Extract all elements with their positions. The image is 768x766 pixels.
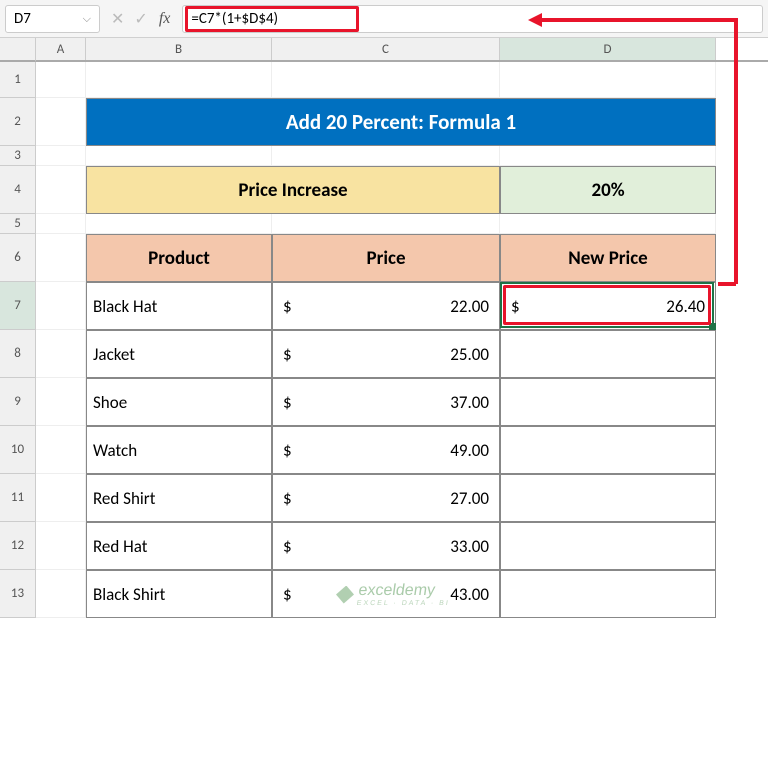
cell[interactable] [272, 146, 500, 166]
col-header[interactable]: B [86, 38, 272, 60]
callout-arrow [718, 282, 736, 286]
col-header[interactable]: A [36, 38, 86, 60]
row-header[interactable]: 6 [0, 234, 36, 282]
cell[interactable] [36, 474, 86, 522]
newprice-header-cell[interactable]: New Price [500, 234, 716, 282]
cell[interactable] [86, 214, 272, 234]
row-header[interactable]: 2 [0, 98, 36, 146]
row-header[interactable]: 7 [0, 282, 36, 330]
cell[interactable] [500, 62, 716, 98]
product-cell[interactable]: Red Shirt [86, 474, 272, 522]
cell[interactable] [500, 146, 716, 166]
cell[interactable] [36, 378, 86, 426]
price-cell[interactable]: $33.00 [272, 522, 500, 570]
cell[interactable] [86, 146, 272, 166]
cell[interactable] [36, 234, 86, 282]
formula-bar-icons: ✕ ✓ [106, 9, 153, 29]
col-header[interactable]: D [500, 38, 716, 60]
price-cell[interactable]: $49.00 [272, 426, 500, 474]
enter-icon[interactable]: ✓ [134, 9, 147, 29]
row-header[interactable]: 13 [0, 570, 36, 618]
watermark-text: exceldemy [357, 582, 436, 599]
row-header[interactable]: 11 [0, 474, 36, 522]
product-header-cell[interactable]: Product [86, 234, 272, 282]
fx-icon[interactable]: fx [159, 10, 177, 28]
watermark-icon [335, 586, 356, 604]
cancel-icon[interactable]: ✕ [111, 9, 124, 29]
cell[interactable] [36, 570, 86, 618]
formula-text: =C7*(1+$D$4) [191, 10, 278, 28]
cell[interactable] [36, 62, 86, 98]
row-header[interactable]: 9 [0, 378, 36, 426]
callout-arrow-head [528, 13, 542, 27]
product-cell[interactable]: Watch [86, 426, 272, 474]
newprice-cell[interactable] [500, 570, 716, 618]
select-all-corner[interactable] [0, 38, 36, 62]
newprice-cell[interactable] [500, 474, 716, 522]
product-cell[interactable]: Red Hat [86, 522, 272, 570]
row-headers: 1 2 3 4 5 6 7 8 9 10 11 12 13 [0, 38, 36, 618]
cells-area: Add 20 Percent: Formula 1 Price Increase… [36, 62, 768, 618]
chevron-down-icon[interactable]: ⌵ [83, 12, 91, 26]
price-header-cell[interactable]: Price [272, 234, 500, 282]
product-cell[interactable]: Jacket [86, 330, 272, 378]
row-header[interactable]: 5 [0, 214, 36, 234]
newprice-cell[interactable]: $26.40 [500, 282, 716, 330]
price-increase-label-cell[interactable]: Price Increase [86, 166, 500, 214]
callout-arrow [734, 20, 738, 284]
cell[interactable] [272, 214, 500, 234]
price-cell[interactable]: $22.00 [272, 282, 500, 330]
name-box-value: D7 [14, 10, 31, 28]
product-cell[interactable]: Shoe [86, 378, 272, 426]
callout-arrow [540, 18, 738, 22]
row-header[interactable]: 8 [0, 330, 36, 378]
cell[interactable] [36, 426, 86, 474]
watermark-subtext: EXCEL · DATA · BI [356, 600, 450, 607]
newprice-cell[interactable] [500, 330, 716, 378]
cell[interactable] [36, 522, 86, 570]
cell[interactable] [272, 62, 500, 98]
cell[interactable] [36, 166, 86, 214]
title-cell[interactable]: Add 20 Percent: Formula 1 [86, 98, 716, 146]
row-header[interactable]: 1 [0, 62, 36, 98]
newprice-cell[interactable] [500, 426, 716, 474]
col-header[interactable]: C [272, 38, 500, 60]
price-cell[interactable]: $37.00 [272, 378, 500, 426]
name-box[interactable]: D7 ⌵ [5, 5, 100, 33]
spreadsheet: 1 2 3 4 5 6 7 8 9 10 11 12 13 A B C D [0, 38, 768, 618]
product-cell[interactable]: Black Hat [86, 282, 272, 330]
newprice-cell[interactable] [500, 522, 716, 570]
cell[interactable] [36, 146, 86, 166]
newprice-cell[interactable] [500, 378, 716, 426]
price-cell[interactable]: $27.00 [272, 474, 500, 522]
watermark: exceldemy EXCEL · DATA · BI [334, 582, 453, 607]
row-header[interactable]: 3 [0, 146, 36, 166]
row-header[interactable]: 4 [0, 166, 36, 214]
price-cell[interactable]: $25.00 [272, 330, 500, 378]
cell[interactable] [86, 62, 272, 98]
row-header[interactable]: 12 [0, 522, 36, 570]
cell[interactable] [36, 330, 86, 378]
row-header[interactable]: 10 [0, 426, 36, 474]
cell[interactable] [36, 98, 86, 146]
cell[interactable] [36, 214, 86, 234]
cell[interactable] [36, 282, 86, 330]
price-increase-value-cell[interactable]: 20% [500, 166, 716, 214]
column-headers: A B C D [36, 38, 768, 62]
cell[interactable] [500, 214, 716, 234]
product-cell[interactable]: Black Shirt [86, 570, 272, 618]
